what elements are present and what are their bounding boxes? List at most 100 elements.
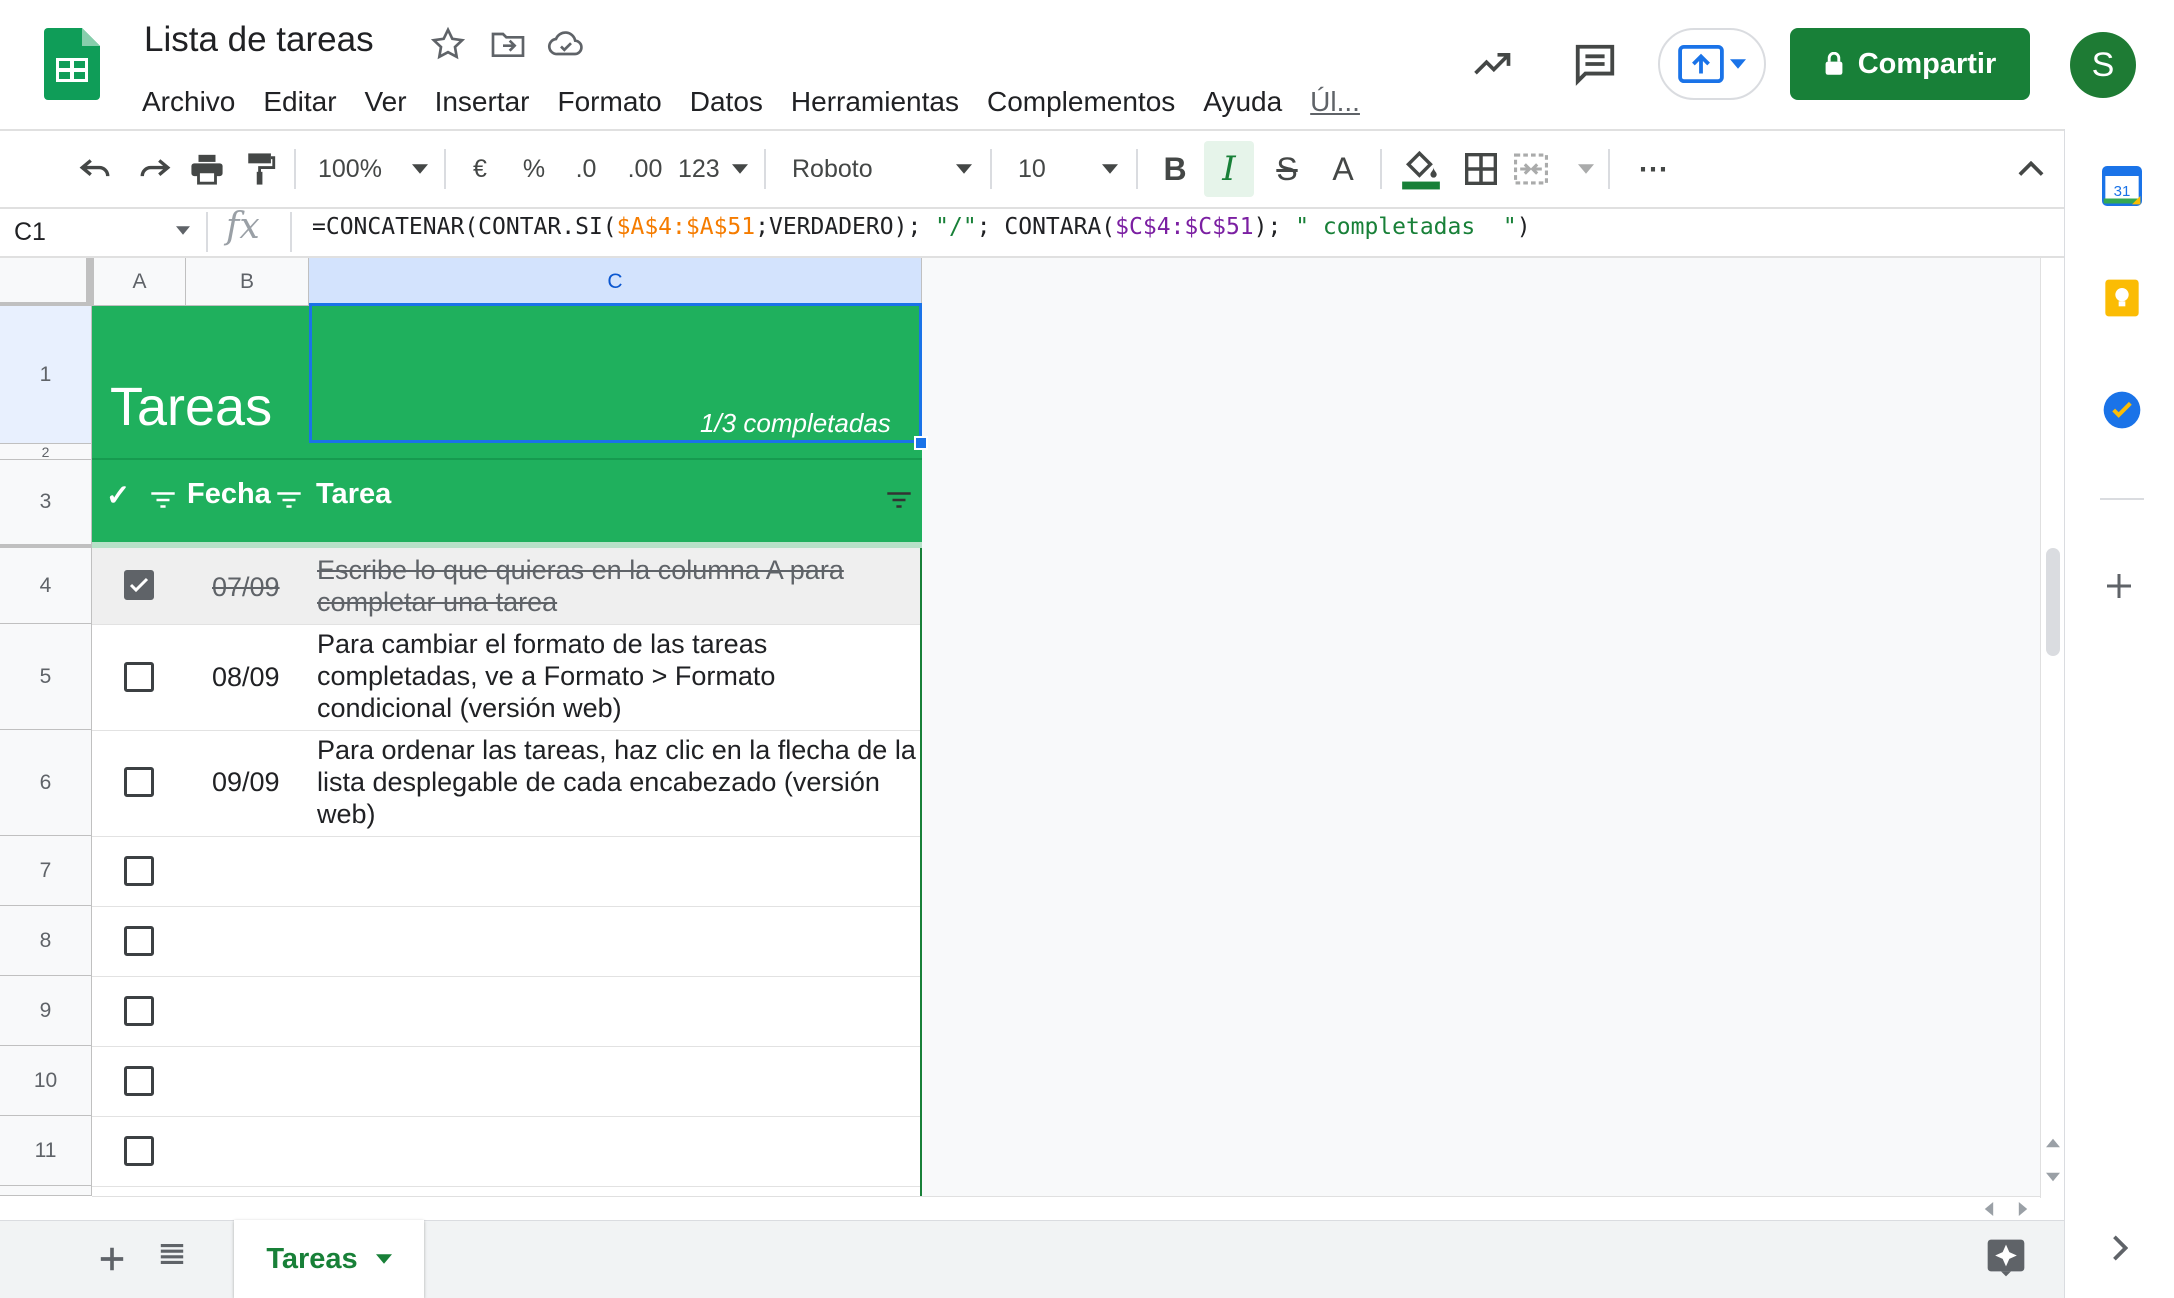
row-header-9[interactable]: 9 [0, 976, 92, 1046]
present-button[interactable] [1658, 28, 1766, 100]
filter-icon[interactable] [150, 490, 176, 510]
empty-checkbox[interactable] [124, 996, 154, 1026]
filter-icon[interactable] [886, 490, 912, 510]
print-button[interactable] [182, 131, 232, 207]
vertical-scrollbar[interactable] [2040, 258, 2064, 1198]
select-all-corner[interactable] [0, 258, 90, 306]
formula-input[interactable]: =CONCATENAR(CONTAR.SI($A$4:$A$51;VERDADE… [312, 214, 1531, 240]
empty-checkbox[interactable] [124, 1066, 154, 1096]
scroll-down-icon[interactable] [2046, 1172, 2060, 1182]
name-box[interactable]: C1 [14, 212, 194, 252]
header-check[interactable]: ✓ [106, 478, 130, 513]
task-text[interactable]: Escribe lo que quieras en la columna A p… [317, 554, 917, 618]
percent-button[interactable]: % [514, 131, 554, 207]
hide-menus-button[interactable] [2006, 131, 2056, 207]
strikethrough-button[interactable]: S [1264, 131, 1310, 207]
avatar[interactable]: S [2070, 32, 2136, 98]
column-header-c[interactable]: C [309, 258, 922, 306]
redo-button[interactable] [130, 131, 180, 207]
row-header-12[interactable] [0, 1186, 92, 1196]
trending-icon[interactable] [1470, 42, 1514, 86]
scroll-right-icon[interactable] [2018, 1202, 2028, 1216]
calendar-icon[interactable]: 31 [2102, 166, 2142, 206]
filter-icon[interactable] [276, 490, 302, 510]
move-to-folder-icon[interactable] [488, 24, 528, 64]
task-date[interactable]: 07/09 [212, 572, 280, 603]
empty-checkbox[interactable] [124, 856, 154, 886]
comments-icon[interactable] [1572, 40, 1618, 88]
task-checkbox[interactable] [124, 767, 154, 797]
row-header-11[interactable]: 11 [0, 1116, 92, 1186]
menu-editar[interactable]: Editar [249, 80, 350, 124]
undo-button[interactable] [70, 131, 120, 207]
empty-checkbox[interactable] [124, 1136, 154, 1166]
tasks-icon[interactable] [2102, 390, 2142, 430]
fill-color-button[interactable] [1396, 131, 1446, 207]
menu-last-edit[interactable]: Úl... [1296, 80, 1374, 124]
keep-icon[interactable] [2102, 278, 2142, 318]
star-icon[interactable] [428, 24, 468, 64]
paint-format-button[interactable] [236, 131, 286, 207]
sheets-logo-icon[interactable] [44, 28, 100, 100]
fill-handle[interactable] [914, 436, 928, 450]
task-text[interactable]: Para cambiar el formato de las tareas co… [317, 628, 917, 724]
more-options-button[interactable]: ⋯ [1628, 131, 1678, 207]
document-title[interactable]: Lista de tareas [144, 20, 374, 60]
row-header-1[interactable]: 1 [0, 306, 92, 444]
menu-herramientas[interactable]: Herramientas [777, 80, 973, 124]
decrease-decimals-button[interactable]: .0 [566, 131, 606, 207]
task-checkbox[interactable] [124, 662, 154, 692]
row-header-2[interactable]: 2 [0, 444, 92, 460]
sheet-title[interactable]: Tareas [110, 376, 272, 438]
menu-datos[interactable]: Datos [676, 80, 777, 124]
task-date[interactable]: 09/09 [212, 767, 280, 798]
share-button[interactable]: Compartir [1790, 28, 2030, 100]
scroll-left-icon[interactable] [1984, 1202, 1994, 1216]
text-color-button[interactable]: A [1320, 131, 1366, 207]
task-text[interactable]: Para ordenar las tareas, haz clic en la … [317, 734, 917, 830]
column-header-a[interactable]: A [90, 258, 186, 306]
add-sheet-button[interactable] [98, 1240, 126, 1282]
menu-complementos[interactable]: Complementos [973, 80, 1189, 124]
bold-button[interactable]: B [1152, 131, 1198, 207]
task-date[interactable]: 08/09 [212, 662, 280, 693]
row-header-8[interactable]: 8 [0, 906, 92, 976]
scroll-up-icon[interactable] [2046, 1138, 2060, 1148]
column-header-b[interactable]: B [186, 258, 309, 306]
row-header-3[interactable]: 3 [0, 460, 92, 548]
font-size-select[interactable]: 10 [1018, 131, 1118, 207]
fill-color-icon [1402, 150, 1440, 190]
zoom-value: 100% [318, 154, 382, 183]
italic-button[interactable]: I [1204, 141, 1254, 197]
borders-button[interactable] [1456, 131, 1506, 207]
row-header-6[interactable]: 6 [0, 730, 92, 836]
menu-archivo[interactable]: Archivo [142, 80, 249, 124]
menu-ayuda[interactable]: Ayuda [1189, 80, 1296, 124]
chevron-down-icon[interactable] [176, 226, 190, 235]
cloud-saved-icon[interactable] [546, 24, 586, 64]
currency-button[interactable]: € [460, 131, 500, 207]
font-select[interactable]: Roboto [792, 131, 972, 207]
row-header-5[interactable]: 5 [0, 624, 92, 730]
row-header-7[interactable]: 7 [0, 836, 92, 906]
get-addons-button[interactable] [2104, 566, 2134, 611]
more-formats-button[interactable]: 123 [678, 131, 748, 207]
all-sheets-button[interactable] [158, 1240, 186, 1273]
zoom-select[interactable]: 100% [318, 131, 428, 207]
vertical-scrollbar-thumb[interactable] [2046, 548, 2060, 656]
header-date[interactable]: Fecha [187, 478, 271, 511]
increase-decimals-button[interactable]: .00 [620, 131, 670, 207]
horizontal-scrollbar[interactable] [92, 1196, 2040, 1220]
header-task[interactable]: Tarea [316, 478, 391, 511]
explore-icon[interactable] [1986, 1238, 2026, 1278]
merge-cells-button[interactable] [1514, 131, 1594, 207]
task-checkbox[interactable] [124, 570, 154, 600]
row-header-4[interactable]: 4 [0, 548, 92, 624]
menu-insertar[interactable]: Insertar [421, 80, 544, 124]
menu-ver[interactable]: Ver [351, 80, 421, 124]
row-header-10[interactable]: 10 [0, 1046, 92, 1116]
menu-formato[interactable]: Formato [544, 80, 676, 124]
sheet-tab-tareas[interactable]: Tareas [234, 1220, 424, 1298]
empty-checkbox[interactable] [124, 926, 154, 956]
expand-panel-button[interactable] [2112, 1228, 2129, 1270]
